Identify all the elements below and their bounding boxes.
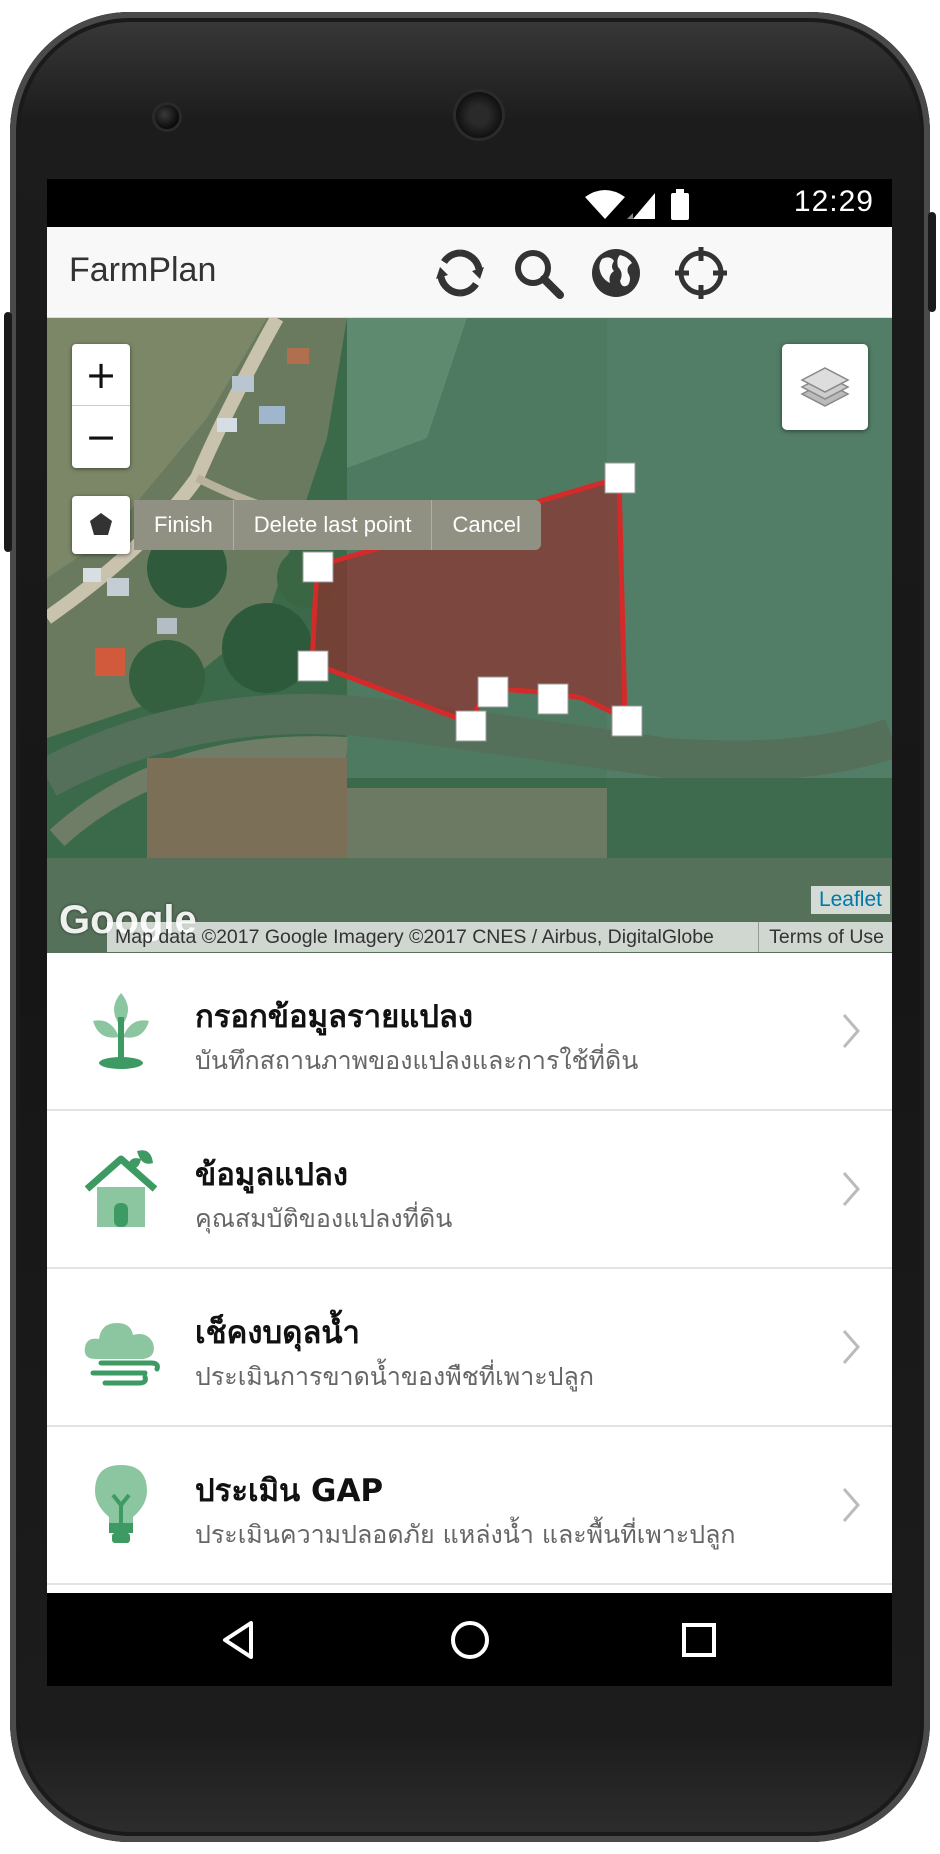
list-item-plot-info[interactable]: ข้อมูลแปลง คุณสมบัติของแปลงที่ดิน <box>47 1111 892 1269</box>
plant-sprout-icon <box>93 993 149 1069</box>
vertex-handle <box>302 551 334 583</box>
app-title: FarmPlan <box>69 251 217 289</box>
farm-house-icon <box>84 1150 158 1227</box>
globe-icon[interactable] <box>588 245 644 301</box>
status-time: 12:29 <box>793 185 874 218</box>
wifi-icon <box>585 190 625 219</box>
status-bar: 12:29 <box>47 179 892 227</box>
lightbulb-icon <box>95 1465 147 1543</box>
item-subtitle: คุณสมบัติของแปลงที่ดิน <box>195 1204 453 1233</box>
front-camera <box>155 105 179 129</box>
zoom-control: + − <box>72 344 130 468</box>
zoom-in-button[interactable]: + <box>72 344 130 405</box>
search-icon[interactable] <box>510 245 566 301</box>
item-title: ประเมิน GAP <box>195 1473 384 1509</box>
delete-last-point-button[interactable]: Delete last point <box>232 500 432 550</box>
attribution-text: Map data ©2017 Google Imagery ©2017 CNES… <box>115 926 714 948</box>
list-item-gap-assessment[interactable]: ประเมิน GAP ประเมินความปลอดภัย แหล่งน้ำ … <box>47 1427 892 1585</box>
chevron-right-icon <box>842 1330 860 1364</box>
list-item-water-balance[interactable]: เช็คงบดุลน้ำ ประเมินการขาดน้ำของพืชที่เพ… <box>47 1269 892 1427</box>
item-subtitle: ประเมินความปลอดภัย แหล่งน้ำ และพื้นที่เพ… <box>195 1520 736 1549</box>
item-title: กรอกข้อมูลรายแปลง <box>195 999 474 1035</box>
signal-icon <box>627 193 655 219</box>
menu-list: กรอกข้อมูลรายแปลง บันทึกสถานภาพของแปลงแล… <box>47 953 892 1593</box>
layers-button[interactable] <box>782 344 868 430</box>
pentagon-icon <box>90 513 112 535</box>
power-button <box>928 212 936 312</box>
vertex-handle <box>537 683 569 715</box>
chevron-right-icon <box>842 1014 860 1048</box>
item-subtitle: บันทึกสถานภาพของแปลงและการใช้ที่ดิน <box>195 1046 639 1075</box>
draw-polygon-button[interactable] <box>72 496 130 554</box>
layers-icon <box>800 367 850 407</box>
locate-icon[interactable] <box>673 245 729 301</box>
refresh-icon[interactable] <box>432 245 488 301</box>
chevron-right-icon <box>842 1488 860 1522</box>
map-view[interactable]: + − Finish Delete last point Cancel Leaf… <box>47 318 892 953</box>
app-bar: FarmPlan <box>47 227 892 318</box>
vertex-handle <box>611 705 643 737</box>
volume-button <box>4 312 12 552</box>
list-item-plot-entry[interactable]: กรอกข้อมูลรายแปลง บันทึกสถานภาพของแปลงแล… <box>47 953 892 1111</box>
zoom-out-button[interactable]: − <box>72 406 130 467</box>
item-title: ข้อมูลแปลง <box>195 1157 349 1193</box>
item-title: เช็คงบดุลน้ำ <box>195 1315 360 1351</box>
chevron-right-icon <box>842 1172 860 1206</box>
item-subtitle: ประเมินการขาดน้ำของพืชที่เพาะปลูก <box>195 1362 594 1391</box>
home-icon[interactable] <box>445 1615 495 1665</box>
terms-of-use-link[interactable]: Terms of Use <box>758 922 884 952</box>
vertex-handle <box>477 676 509 708</box>
satellite-imagery[interactable] <box>47 318 892 953</box>
back-icon[interactable] <box>215 1615 265 1665</box>
map-attribution: Map data ©2017 Google Imagery ©2017 CNES… <box>107 922 892 952</box>
leaflet-attribution-link[interactable]: Leaflet <box>810 886 890 914</box>
vertex-handle <box>604 462 636 494</box>
vertex-handle <box>297 650 329 682</box>
vertex-handle <box>455 710 487 742</box>
battery-icon <box>671 189 689 220</box>
cancel-button[interactable]: Cancel <box>431 500 540 550</box>
earpiece-speaker <box>456 92 502 138</box>
finish-button[interactable]: Finish <box>134 500 233 550</box>
screen: 12:29 FarmPlan + − Finish Delete last po… <box>47 179 892 1686</box>
system-nav-bar <box>47 1593 892 1686</box>
recents-icon[interactable] <box>674 1615 724 1665</box>
status-icons <box>585 189 689 220</box>
cloud-wind-icon <box>84 1323 160 1386</box>
draw-toolbar: Finish Delete last point Cancel <box>134 500 541 550</box>
